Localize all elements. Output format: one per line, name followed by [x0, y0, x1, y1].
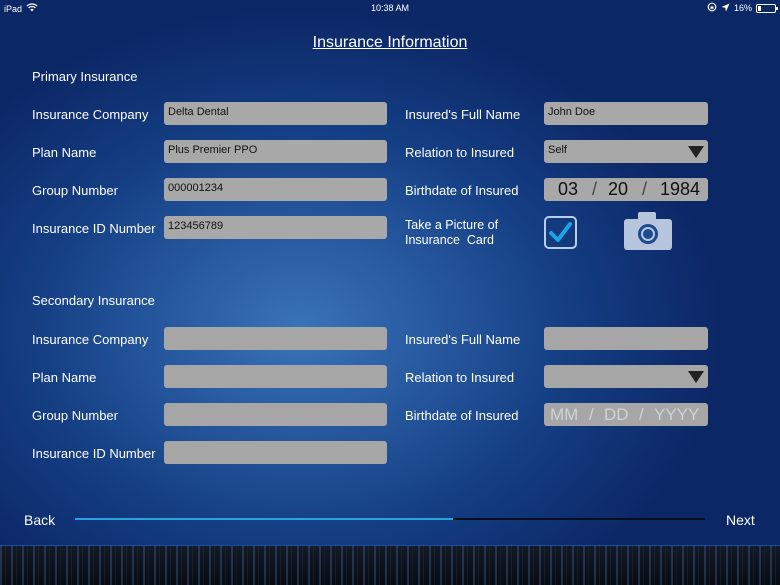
primary-insurance-company-label: Insurance Company [32, 107, 149, 122]
date-separator: / [642, 179, 648, 199]
take-picture-label-line1: Take a Picture of [405, 218, 499, 232]
primary-relation-value: Self [548, 144, 567, 156]
primary-insurance-heading: Primary Insurance [32, 69, 138, 84]
primary-relation-select[interactable]: Self [544, 140, 708, 163]
secondary-group-number-label: Group Number [32, 408, 118, 423]
primary-insurance-id-label: Insurance ID Number [32, 221, 156, 236]
progress-bar [75, 518, 705, 520]
primary-birthdate-label: Birthdate of Insured [405, 183, 519, 198]
primary-insurance-company-input[interactable]: Delta Dental [164, 102, 387, 125]
secondary-insured-name-input[interactable] [544, 327, 708, 350]
birth-day-placeholder[interactable]: DD [604, 405, 629, 425]
primary-relation-label: Relation to Insured [405, 145, 515, 160]
insurance-card-checkbox[interactable] [544, 216, 577, 249]
birth-year[interactable]: 1984 [660, 179, 700, 200]
camera-icon[interactable] [622, 210, 674, 252]
status-bar: iPad 10:38 AM 16% [0, 0, 780, 16]
primary-plan-name-input[interactable]: Plus Premier PPO [164, 140, 387, 163]
secondary-relation-label: Relation to Insured [405, 370, 515, 385]
secondary-birthdate-input[interactable]: MM / DD / YYYY [544, 403, 708, 426]
primary-insurance-company-value: Delta Dental [168, 106, 229, 118]
checkmark-icon [549, 222, 572, 242]
secondary-insured-name-label: Insured's Full Name [405, 332, 521, 347]
birth-year-placeholder[interactable]: YYYY [654, 405, 699, 425]
primary-plan-name-value: Plus Premier PPO [168, 144, 258, 156]
secondary-plan-name-label: Plan Name [32, 370, 97, 385]
secondary-insurance-company-label: Insurance Company [32, 332, 149, 347]
decorative-bottom-strip [0, 545, 780, 585]
status-time: 10:38 AM [370, 3, 410, 13]
page-title: Insurance Information [312, 34, 468, 51]
primary-group-number-label: Group Number [32, 183, 118, 198]
progress-bar-fill [75, 518, 453, 520]
primary-insured-name-label: Insured's Full Name [405, 107, 521, 122]
birth-month[interactable]: 03 [558, 179, 578, 200]
primary-insurance-id-input[interactable]: 123456789 [164, 216, 387, 239]
secondary-insurance-id-label: Insurance ID Number [32, 446, 156, 461]
secondary-plan-name-input[interactable] [164, 365, 387, 388]
birth-day[interactable]: 20 [608, 179, 628, 200]
primary-insurance-id-value: 123456789 [168, 220, 224, 232]
dropdown-arrow-icon [688, 146, 704, 158]
take-picture-label-line2: Insurance Card [405, 233, 494, 247]
primary-group-number-input[interactable]: 000001234 [164, 178, 387, 201]
secondary-birthdate-label: Birthdate of Insured [405, 408, 519, 423]
take-picture-label: Take a Picture of Insurance Card [405, 218, 498, 248]
secondary-group-number-input[interactable] [164, 403, 387, 426]
primary-group-number-value: 000001234 [168, 182, 224, 194]
rotation-lock-icon [707, 2, 717, 14]
dropdown-arrow-icon [688, 371, 704, 383]
primary-insured-name-value: John Doe [548, 106, 596, 118]
primary-plan-name-label: Plan Name [32, 145, 97, 160]
location-arrow-icon [721, 3, 730, 14]
battery-percent: 16% [733, 3, 752, 13]
birth-month-placeholder[interactable]: MM [550, 405, 578, 425]
secondary-insurance-company-input[interactable] [164, 327, 387, 350]
back-button[interactable]: Back [24, 512, 55, 528]
date-separator: / [589, 405, 594, 424]
secondary-insurance-id-input[interactable] [164, 441, 387, 464]
battery-icon [756, 3, 778, 13]
status-bar-right: 16% [707, 2, 778, 14]
date-separator: / [592, 179, 598, 199]
date-separator: / [639, 405, 644, 424]
primary-insured-name-input[interactable]: John Doe [544, 102, 708, 125]
next-button[interactable]: Next [726, 512, 755, 528]
primary-birthdate-input[interactable]: 03 / 20 / 1984 [544, 178, 708, 201]
battery-level [758, 5, 761, 11]
secondary-insurance-heading: Secondary Insurance [32, 293, 155, 308]
secondary-relation-select[interactable] [544, 365, 708, 388]
